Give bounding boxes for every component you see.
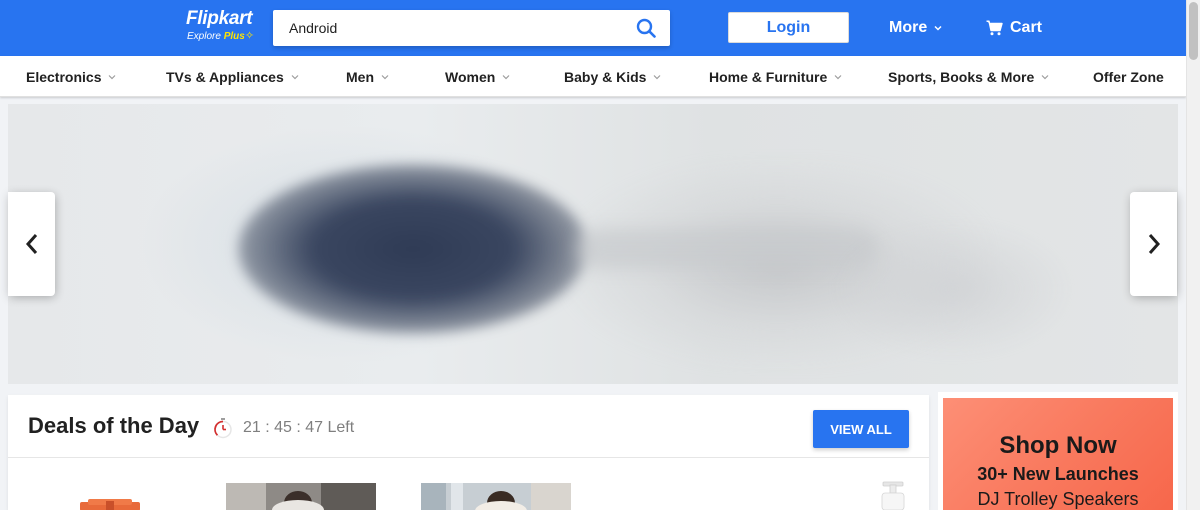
banner-next-button[interactable] (1130, 192, 1177, 296)
banner-detail-blur (838, 224, 1068, 354)
deal-product-image[interactable] (80, 498, 140, 510)
stopwatch-icon (214, 418, 232, 439)
logo-tagline: Explore Plus✧ (187, 29, 266, 44)
chevron-down-icon (1041, 75, 1049, 80)
logo-tagline-plus: Plus (223, 31, 245, 42)
pump-bottle-image (881, 481, 905, 510)
category-label: Electronics (26, 69, 102, 85)
menswear-image (226, 483, 376, 510)
category-sports-books-more[interactable]: Sports, Books & More (888, 69, 1050, 85)
category-electronics[interactable]: Electronics (26, 69, 117, 85)
cart-button[interactable]: Cart (986, 17, 1042, 39)
category-men[interactable]: Men (346, 69, 390, 85)
banner-product-image (238, 164, 588, 334)
deals-of-the-day-section: Deals of the Day 21 : 45 : 47 Left VIEW … (8, 395, 929, 510)
chevron-down-icon (502, 75, 510, 80)
login-button[interactable]: Login (728, 12, 849, 43)
logo-tagline-explore: Explore (187, 31, 221, 42)
category-label: Women (445, 69, 496, 85)
category-nav: Electronics TVs & Appliances Men Women B… (0, 56, 1186, 97)
chevron-down-icon (109, 75, 116, 80)
search-input[interactable] (273, 10, 623, 46)
deal-product-image[interactable] (868, 480, 918, 510)
category-label: Baby & Kids (564, 69, 647, 85)
deals-title: Deals of the Day (28, 413, 200, 438)
logo-text: Flipkart (186, 8, 253, 29)
deals-header: Deals of the Day 21 : 45 : 47 Left VIEW … (8, 395, 929, 458)
category-label: Men (346, 69, 374, 85)
view-all-button[interactable]: VIEW ALL (813, 410, 909, 448)
promo-title: Shop Now (999, 432, 1117, 459)
more-menu[interactable]: More (889, 17, 943, 39)
top-header: Flipkart Explore Plus✧ Login More Cart (0, 0, 1186, 56)
chevron-right-icon (1148, 234, 1160, 254)
category-tvs-appliances[interactable]: TVs & Appliances (166, 69, 300, 85)
chevron-down-icon (834, 75, 842, 80)
chevron-down-icon (654, 75, 661, 80)
promo-ad[interactable]: Shop Now 30+ New Launches DJ Trolley Spe… (938, 392, 1178, 510)
chevron-down-icon (934, 25, 942, 31)
category-offer-zone[interactable]: Offer Zone (1093, 69, 1164, 85)
banner-headline-blur (578, 229, 878, 269)
chevron-down-icon (291, 75, 299, 80)
deal-product-image[interactable] (226, 483, 376, 510)
banner-prev-button[interactable] (8, 192, 55, 296)
more-label: More (889, 19, 928, 36)
cart-label: Cart (1010, 19, 1043, 36)
promo-description: DJ Trolley Speakers (977, 489, 1139, 509)
category-baby-kids[interactable]: Baby & Kids (564, 69, 662, 85)
deals-timer: 21 : 45 : 47 Left (243, 419, 355, 436)
chevron-down-icon (381, 75, 389, 80)
scrollbar-thumb[interactable] (1189, 2, 1198, 60)
menswear-image (421, 483, 571, 510)
category-label: Home & Furniture (709, 69, 828, 85)
page-scrollbar[interactable] (1186, 0, 1200, 510)
search-icon[interactable] (636, 18, 656, 38)
promo-ad-banner: Shop Now 30+ New Launches DJ Trolley Spe… (943, 398, 1173, 510)
category-label: Offer Zone (1093, 69, 1164, 85)
category-label: Sports, Books & More (888, 69, 1035, 85)
hero-banner[interactable] (8, 104, 1178, 384)
promo-subtitle: 30+ New Launches (977, 464, 1139, 484)
category-home-furniture[interactable]: Home & Furniture (709, 69, 843, 85)
plus-icon: ✧ (244, 30, 255, 42)
cart-icon (986, 20, 1003, 36)
category-women[interactable]: Women (445, 69, 511, 85)
category-label: TVs & Appliances (166, 69, 284, 85)
deal-product-image[interactable] (421, 483, 571, 510)
chevron-left-icon (25, 234, 37, 254)
flipkart-logo[interactable]: Flipkart Explore Plus✧ (186, 9, 266, 47)
search-bar (273, 10, 670, 46)
backpack-image (80, 499, 140, 510)
